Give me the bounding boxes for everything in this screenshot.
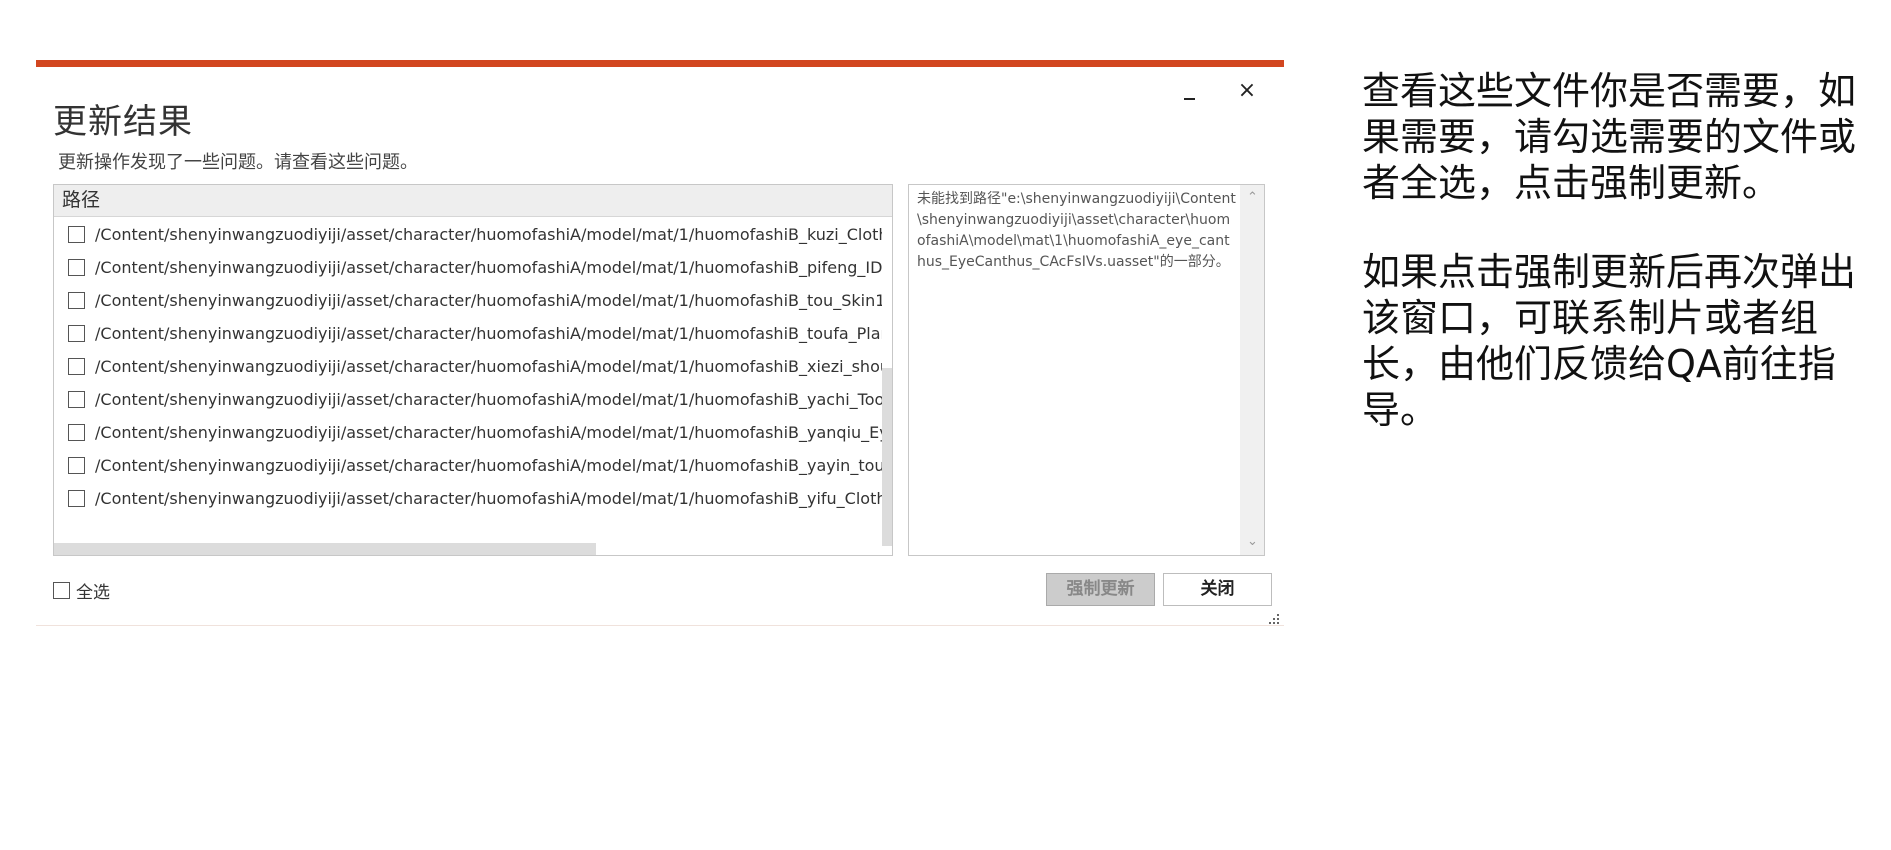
scroll-up-icon[interactable]: ⌃ [1240, 187, 1264, 209]
row-path-text: /Content/shenyinwangzuodiyiji/asset/char… [95, 489, 882, 508]
detail-scrollbar[interactable]: ⌃ ⌄ [1240, 185, 1264, 555]
row-checkbox[interactable] [68, 457, 85, 474]
row-path-text: /Content/shenyinwangzuodiyiji/asset/char… [95, 225, 882, 244]
row-path-text: /Content/shenyinwangzuodiyiji/asset/char… [95, 324, 882, 343]
row-checkbox[interactable] [68, 424, 85, 441]
path-row[interactable]: /Content/shenyinwangzuodiyiji/asset/char… [54, 482, 882, 515]
select-all-label: 全选 [76, 583, 110, 603]
path-row[interactable]: /Content/shenyinwangzuodiyiji/asset/char… [54, 317, 882, 350]
select-all-checkbox[interactable]: 全选 [53, 578, 110, 603]
path-row[interactable]: /Content/shenyinwangzuodiyiji/asset/char… [54, 416, 882, 449]
path-row[interactable]: /Content/shenyinwangzuodiyiji/asset/char… [54, 284, 882, 317]
column-header-path[interactable]: 路径 [54, 185, 892, 217]
path-list-horizontal-scrollbar[interactable] [54, 543, 882, 555]
detail-message: 未能找到路径"e:\shenyinwangzuodiyiji\Content\s… [917, 191, 1236, 270]
row-path-text: /Content/shenyinwangzuodiyiji/asset/char… [95, 390, 882, 409]
close-icon[interactable]: × [1232, 76, 1262, 106]
instruction-paragraph-2: 如果点击强制更新后再次弹出该窗口，可联系制片或者组长，由他们反馈给QA前往指导。 [1362, 250, 1857, 432]
row-checkbox[interactable] [68, 292, 85, 309]
path-list: 路径 /Content/shenyinwangzuodiyiji/asset/c… [53, 184, 893, 556]
update-result-dialog: 更新结果 × 更新操作发现了一些问题。请查看这些问题。 路径 /Content/… [36, 60, 1284, 626]
row-checkbox[interactable] [68, 259, 85, 276]
row-path-text: /Content/shenyinwangzuodiyiji/asset/char… [95, 357, 882, 376]
instruction-note: 查看这些文件你是否需要，如果需要，请勾选需要的文件或者全选，点击强制更新。 如果… [1362, 68, 1862, 433]
path-list-vertical-scrollbar[interactable] [882, 218, 892, 555]
row-path-text: /Content/shenyinwangzuodiyiji/asset/char… [95, 258, 882, 277]
path-row[interactable]: /Content/shenyinwangzuodiyiji/asset/char… [54, 218, 882, 251]
resize-grip-icon[interactable] [1268, 613, 1280, 625]
force-update-button[interactable]: 强制更新 [1046, 573, 1155, 606]
row-checkbox[interactable] [68, 391, 85, 408]
row-checkbox[interactable] [68, 490, 85, 507]
vertical-scroll-thumb[interactable] [882, 368, 892, 546]
minimize-icon [1183, 98, 1195, 100]
path-row[interactable]: /Content/shenyinwangzuodiyiji/asset/char… [54, 251, 882, 284]
select-all-checkbox-box[interactable] [53, 582, 70, 599]
horizontal-scroll-thumb[interactable] [54, 543, 596, 555]
path-row[interactable]: /Content/shenyinwangzuodiyiji/asset/char… [54, 383, 882, 416]
row-checkbox[interactable] [68, 358, 85, 375]
detail-panel: 未能找到路径"e:\shenyinwangzuodiyiji\Content\s… [908, 184, 1265, 556]
path-row[interactable]: /Content/shenyinwangzuodiyiji/asset/char… [54, 350, 882, 383]
dialog-subtitle: 更新操作发现了一些问题。请查看这些问题。 [58, 152, 418, 173]
minimize-button[interactable] [1174, 80, 1204, 110]
dialog-accent-bar [36, 60, 1284, 67]
row-checkbox[interactable] [68, 325, 85, 342]
scroll-down-icon[interactable]: ⌄ [1240, 531, 1264, 553]
path-rows: /Content/shenyinwangzuodiyiji/asset/char… [54, 218, 882, 515]
instruction-paragraph-1: 查看这些文件你是否需要，如果需要，请勾选需要的文件或者全选，点击强制更新。 [1362, 69, 1857, 205]
row-path-text: /Content/shenyinwangzuodiyiji/asset/char… [95, 291, 882, 310]
row-path-text: /Content/shenyinwangzuodiyiji/asset/char… [95, 423, 882, 442]
path-row[interactable]: /Content/shenyinwangzuodiyiji/asset/char… [54, 449, 882, 482]
row-path-text: /Content/shenyinwangzuodiyiji/asset/char… [95, 456, 882, 475]
dialog-title: 更新结果 [53, 102, 193, 142]
row-checkbox[interactable] [68, 226, 85, 243]
close-button[interactable]: 关闭 [1163, 573, 1272, 606]
